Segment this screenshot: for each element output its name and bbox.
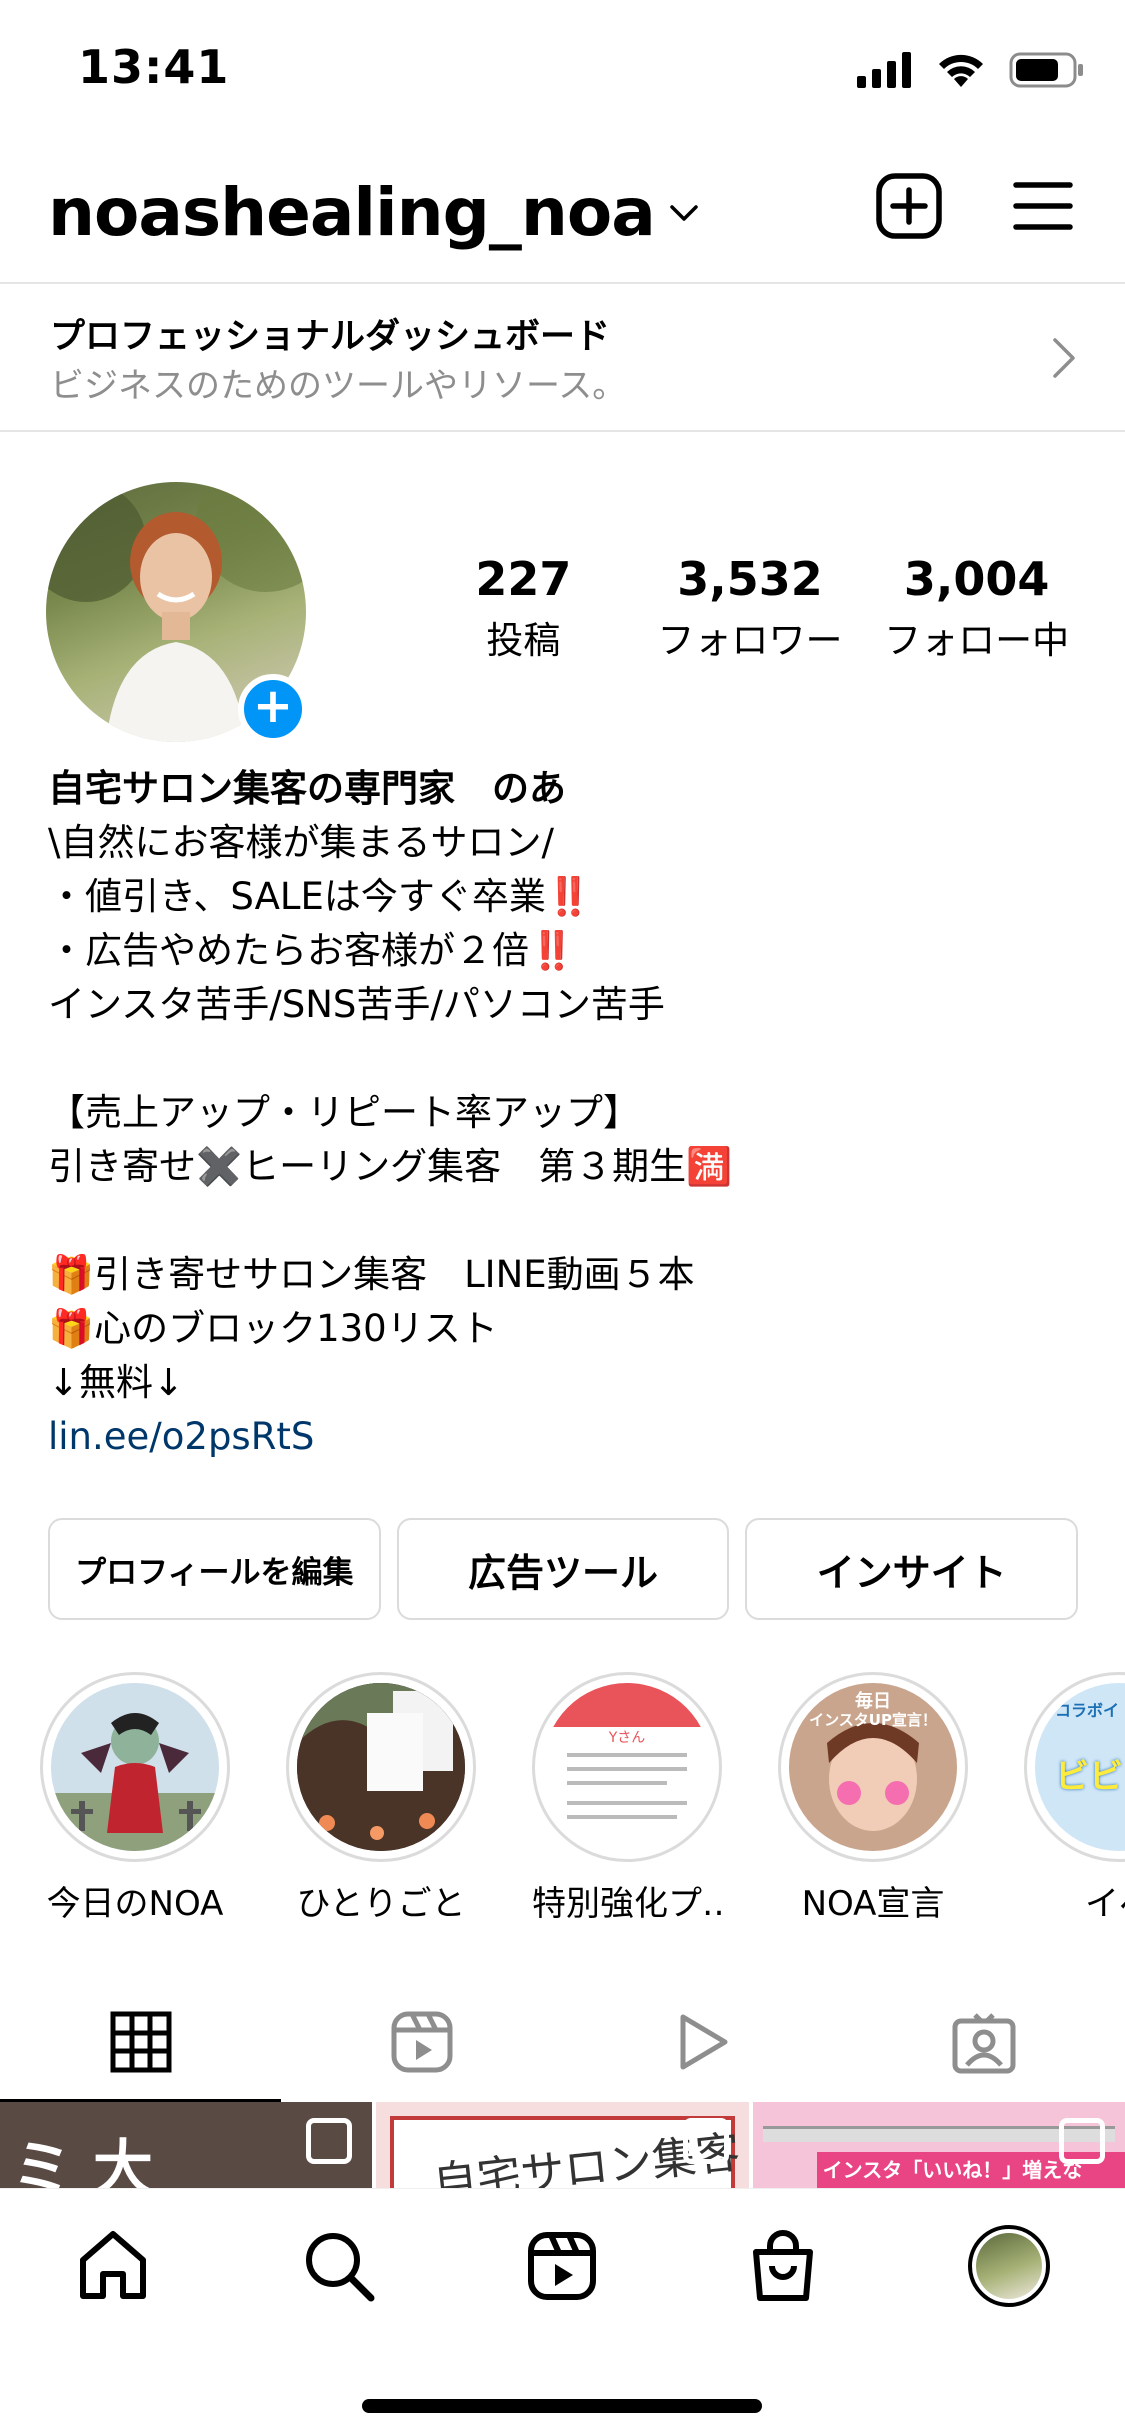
highlight-cover: コラボイ ビビ bbox=[1035, 1683, 1125, 1851]
highlight-item[interactable]: コラボイ ビビ イベ bbox=[1024, 1672, 1125, 1932]
bottom-navigation bbox=[0, 2188, 1125, 2436]
profile-tabs bbox=[0, 1982, 1125, 2102]
dashboard-title: プロフェッショナルダッシュボード bbox=[50, 317, 611, 357]
profile-header: noashealing_noa bbox=[0, 160, 1125, 280]
tagged-user-icon bbox=[952, 2013, 1016, 2074]
bio-name: 自宅サロン集客の専門家 のあ bbox=[48, 767, 566, 810]
multiple-posts-icon bbox=[306, 2118, 353, 2164]
header-actions bbox=[875, 172, 1073, 240]
grid-icon bbox=[110, 2011, 172, 2073]
bio-line: 🎁引き寄せサロン集客 LINE動画５本 bbox=[48, 1253, 695, 1296]
post-thumbnail[interactable]: 自宅サロン集客 bbox=[376, 2102, 749, 2188]
multiple-posts-icon bbox=[682, 2118, 729, 2164]
tab-videos[interactable] bbox=[563, 1982, 844, 2102]
username-title: noashealing_noa bbox=[48, 174, 656, 251]
chevron-down-icon bbox=[670, 204, 698, 221]
stat-followers[interactable]: 3,532 フォロワー bbox=[637, 552, 864, 664]
highlight-cover-text: インスタUP宣言！ bbox=[809, 1711, 937, 1729]
highlight-item[interactable]: Yさん 特別強化プ… bbox=[532, 1672, 722, 1932]
bio-line: インスタ苦手/SNS苦手/パソコン苦手 bbox=[48, 983, 665, 1026]
bio-line: \自然にお客様が集まるサロン/ bbox=[48, 821, 554, 864]
bio-link[interactable]: lin.ee/o2psRtS bbox=[48, 1410, 1078, 1464]
bio-line: 【売上アップ・リピート率アップ】 bbox=[48, 1091, 640, 1134]
bio-line: 引き寄せ✖️ヒーリング集客 第３期生🈵 bbox=[48, 1145, 733, 1188]
professional-dashboard-row[interactable]: プロフェッショナルダッシュボード ビジネスのためのツールやリソース。 bbox=[0, 282, 1125, 432]
bio-blank-line bbox=[48, 1194, 1078, 1248]
status-bar: 13:41 bbox=[0, 0, 1125, 140]
menu-icon[interactable] bbox=[1013, 180, 1073, 232]
highlight-cover: 毎日 インスタUP宣言！ bbox=[789, 1683, 957, 1851]
status-time: 13:41 bbox=[78, 40, 230, 94]
highlight-label: 今日のNOA bbox=[46, 1884, 224, 1924]
dashboard-subtitle: ビジネスのためのツールやリソース。 bbox=[50, 366, 627, 406]
highlight-cover-text: ビビ bbox=[1055, 1757, 1123, 1797]
highlight-label: イベ bbox=[1085, 1884, 1125, 1924]
profile-actions: プロフィールを編集 広告ツール インサイト bbox=[48, 1518, 1079, 1620]
status-icons bbox=[857, 48, 1085, 92]
post-grid: ミ 大 自宅サロン集客 インスタ「いいね！」増えない… bbox=[0, 2102, 1125, 2188]
stat-following-label: フォロー中 bbox=[884, 619, 1070, 662]
wifi-icon bbox=[939, 54, 983, 87]
bio-line: ・値引き、SALEは今すぐ卒業‼️ bbox=[48, 875, 592, 918]
stat-following[interactable]: 3,004 フォロー中 bbox=[863, 552, 1090, 664]
post-thumbnail-text: ミ 大 bbox=[12, 2134, 153, 2188]
stat-followers-count: 3,532 bbox=[677, 552, 823, 606]
shop-bag-icon[interactable] bbox=[748, 2228, 818, 2304]
chevron-right-icon bbox=[1053, 338, 1075, 378]
profile-avatar-tab[interactable] bbox=[968, 2225, 1051, 2307]
bio-line: ・広告やめたらお客様が２倍‼️ bbox=[48, 929, 576, 972]
post-thumbnail[interactable]: ミ 大 bbox=[0, 2102, 373, 2188]
bio-line: ↓無料↓ bbox=[48, 1361, 185, 1404]
highlight-cover-text: Yさん bbox=[608, 1730, 646, 1746]
profile-stats: 227 投稿 3,532 フォロワー 3,004 フォロー中 bbox=[410, 552, 1090, 664]
tab-tagged[interactable] bbox=[844, 1982, 1125, 2102]
highlight-cover bbox=[297, 1683, 465, 1851]
home-indicator[interactable] bbox=[362, 2399, 762, 2413]
stat-posts-label: 投稿 bbox=[486, 619, 561, 662]
highlight-item[interactable]: ひとりごと bbox=[286, 1672, 476, 1932]
highlight-label: 特別強化プ… bbox=[532, 1884, 722, 1924]
highlight-label: ひとりごと bbox=[296, 1884, 466, 1924]
bio-line: 🎁心のブロック130リスト bbox=[48, 1307, 498, 1350]
cellular-signal-icon bbox=[857, 52, 911, 88]
battery-icon bbox=[1009, 52, 1083, 88]
play-icon bbox=[680, 2014, 728, 2070]
highlight-cover: Yさん bbox=[543, 1683, 711, 1851]
profile-avatar[interactable]: + bbox=[46, 482, 308, 744]
reels-icon bbox=[391, 2011, 453, 2073]
stat-posts-count: 227 bbox=[475, 552, 572, 606]
profile-bio: 自宅サロン集客の専門家 のあ \自然にお客様が集まるサロン/ ・値引き、SALE… bbox=[48, 762, 1078, 1464]
highlight-item[interactable]: 今日のNOA bbox=[40, 1672, 230, 1932]
stat-following-count: 3,004 bbox=[903, 552, 1050, 606]
home-icon[interactable] bbox=[75, 2228, 151, 2304]
post-thumbnail[interactable]: インスタ「いいね！」増えない… bbox=[752, 2102, 1125, 2188]
stat-followers-label: フォロワー bbox=[657, 619, 843, 662]
highlight-item[interactable]: 毎日 インスタUP宣言！ NOA宣言 bbox=[778, 1672, 968, 1932]
highlight-cover-text: コラボイ bbox=[1055, 1701, 1120, 1720]
add-story-plus-icon[interactable]: + bbox=[238, 674, 308, 744]
bio-blank-line bbox=[48, 1032, 1078, 1086]
highlight-label: NOA宣言 bbox=[801, 1884, 945, 1924]
ad-tools-button[interactable]: 広告ツール bbox=[396, 1518, 730, 1620]
stat-posts[interactable]: 227 投稿 bbox=[410, 552, 637, 664]
reels-icon[interactable] bbox=[526, 2230, 598, 2302]
new-post-icon[interactable] bbox=[875, 172, 943, 240]
multiple-posts-icon bbox=[1058, 2118, 1105, 2164]
tab-grid[interactable] bbox=[0, 1982, 282, 2102]
tab-reels[interactable] bbox=[281, 1982, 562, 2102]
search-icon[interactable] bbox=[301, 2228, 377, 2304]
avatar bbox=[976, 2233, 1043, 2299]
highlight-cover bbox=[51, 1683, 219, 1851]
account-switcher[interactable]: noashealing_noa bbox=[48, 174, 699, 251]
story-highlights: 今日のNOA ひとりごと Yさん 特別強化プ… 毎日 インスタUP宣言！ NOA… bbox=[40, 1672, 1125, 1932]
edit-profile-button[interactable]: プロフィールを編集 bbox=[48, 1518, 381, 1620]
insights-button[interactable]: インサイト bbox=[745, 1518, 1079, 1620]
